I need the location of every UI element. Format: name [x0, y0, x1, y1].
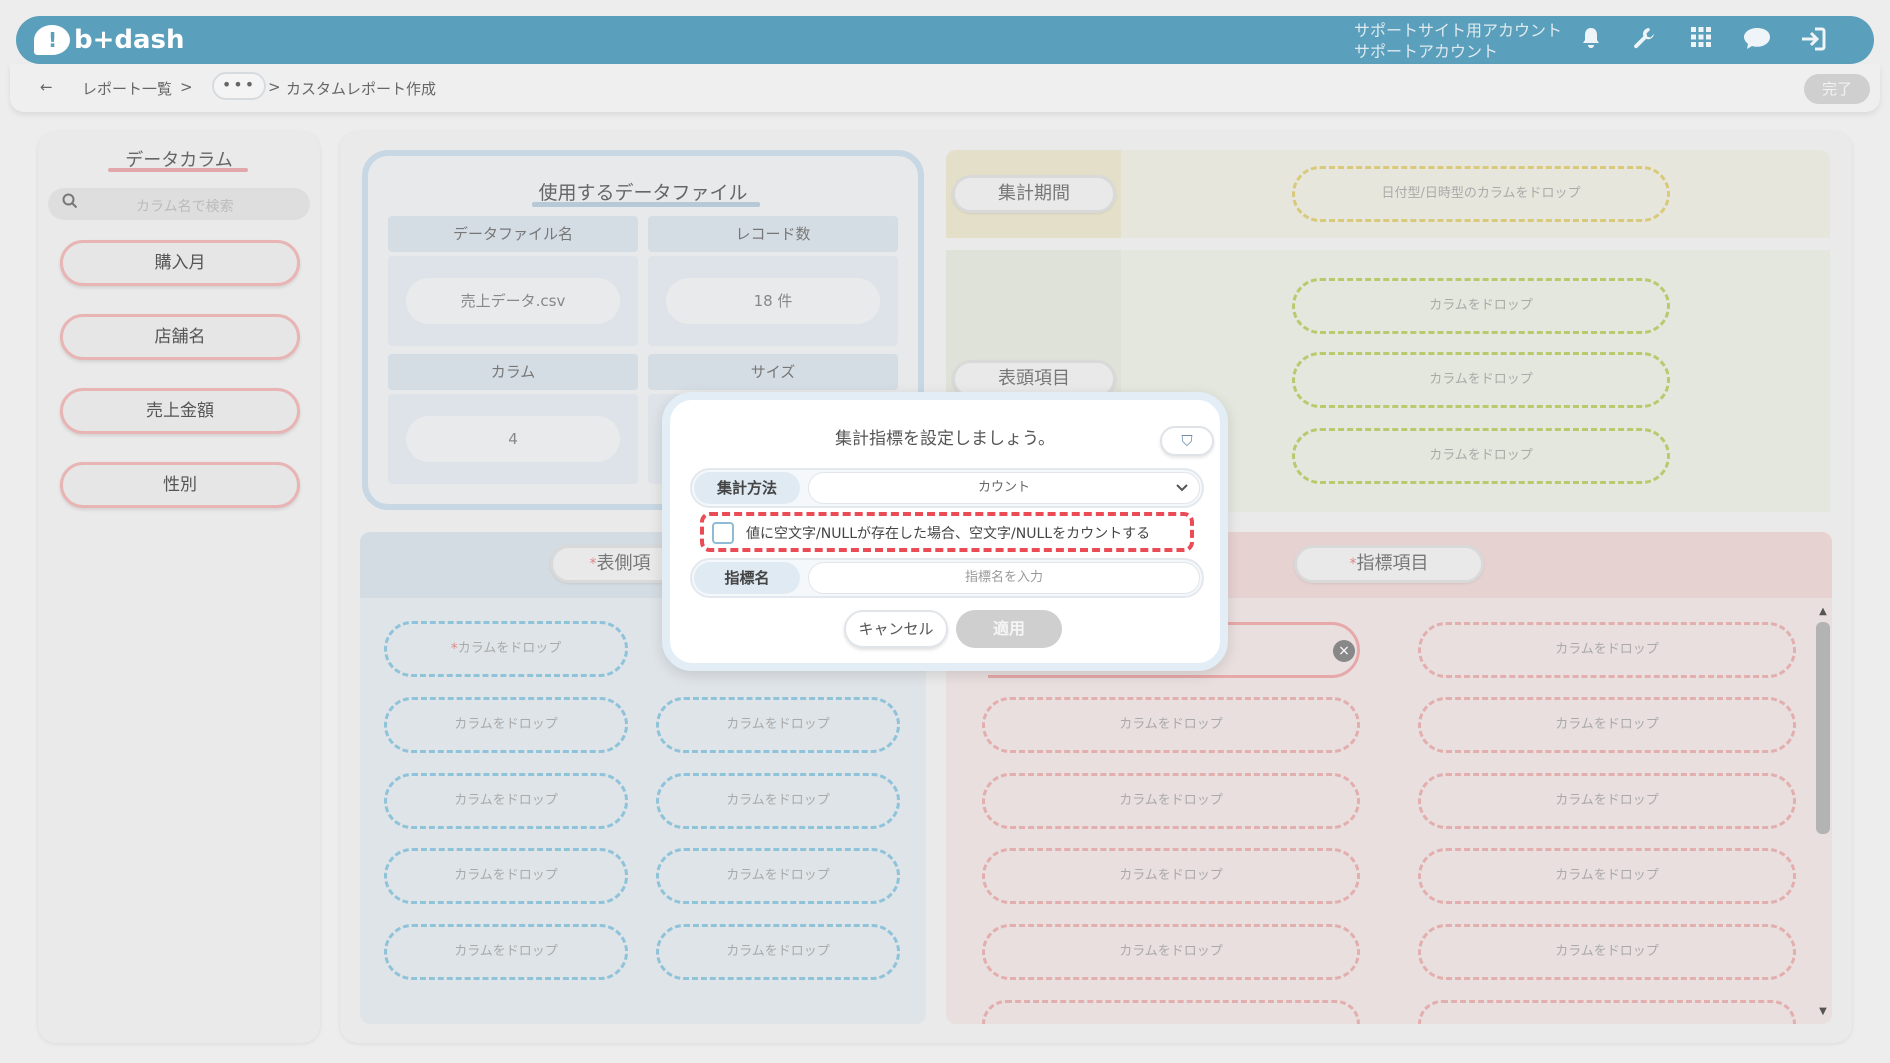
- aggregation-method-select[interactable]: カウント: [808, 472, 1200, 504]
- metric-name-label: 指標名: [694, 562, 800, 594]
- aggregation-method-row: 集計方法 カウント: [690, 468, 1204, 508]
- null-count-option: 値に空文字/NULLが存在した場合、空文字/NULLをカウントする: [700, 512, 1194, 552]
- chevron-down-icon: [1175, 473, 1189, 514]
- null-count-option-label[interactable]: 値に空文字/NULLが存在した場合、空文字/NULLをカウントする: [746, 523, 1150, 543]
- metric-name-input[interactable]: 指標名を入力: [808, 562, 1200, 594]
- aggregation-method-value: カウント: [977, 480, 1030, 495]
- cancel-button[interactable]: キャンセル: [844, 610, 948, 648]
- aggregation-method-label: 集計方法: [694, 472, 800, 504]
- modal-title: 集計指標を設定しましょう。: [835, 429, 1055, 449]
- null-count-checkbox[interactable]: [712, 522, 734, 544]
- apply-button[interactable]: 適用: [956, 610, 1062, 648]
- metric-settings-modal: 集計指標を設定しましょう。 ⛉ 集計方法 カウント 値に空文字/NULLが存在し…: [662, 392, 1228, 671]
- metric-name-placeholder: 指標名を入力: [964, 570, 1043, 585]
- beginner-mark-icon[interactable]: ⛉: [1160, 426, 1214, 456]
- metric-name-row: 指標名 指標名を入力: [690, 558, 1204, 598]
